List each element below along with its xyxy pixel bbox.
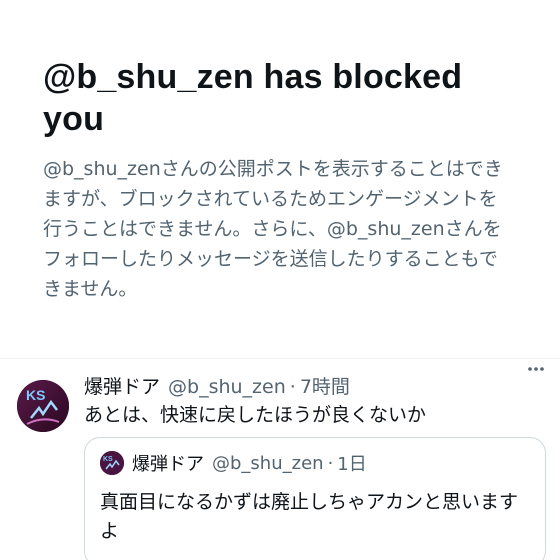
- blocked-description: @b_shu_zenさんの公開ポストを表示することはできますが、ブロックされてい…: [43, 158, 503, 300]
- svg-text:KS: KS: [26, 387, 45, 403]
- quote-separator-dot: ·: [327, 452, 334, 474]
- quote-avatar: KS: [100, 451, 124, 475]
- avatar[interactable]: KS: [17, 380, 69, 432]
- svg-text:KS: KS: [103, 456, 113, 463]
- display-name[interactable]: 爆弾ドア: [84, 373, 160, 401]
- quote-display-name: 爆弾ドア: [132, 454, 204, 475]
- quoted-tweet[interactable]: KS 爆弾ドア @b_shu_zen · 1日 真面目になるかずは廃止しちゃアカ…: [84, 437, 546, 560]
- quote-timestamp: 1日: [337, 454, 367, 475]
- avatar-image: KS: [17, 380, 69, 432]
- quote-header: KS 爆弾ドア @b_shu_zen · 1日: [100, 450, 367, 476]
- tweet-header: 爆弾ドア @b_shu_zen · 7時間: [84, 373, 544, 401]
- tweet-text: あとは、快速に戻したほうが良くないか: [84, 404, 427, 426]
- more-horizontal-icon[interactable]: [526, 359, 546, 384]
- quote-handle: @b_shu_zen: [212, 452, 324, 474]
- quote-text: 真面目になるかずは廃止しちゃアカンと思いますよ: [100, 491, 519, 542]
- tweet-body: 爆弾ドア @b_shu_zen · 7時間 あとは、快速に戻したほうが良くないか: [84, 373, 544, 429]
- handle[interactable]: @b_shu_zen: [168, 373, 286, 401]
- blocked-title: @b_shu_zen has blocked you: [43, 58, 463, 138]
- blocked-notice: @b_shu_zen has blocked you @b_shu_zenさんの…: [43, 56, 523, 304]
- timestamp[interactable]: 7時間: [300, 373, 350, 401]
- tweet[interactable]: KS 爆弾ドア @b_shu_zen · 7時間 あとは、快速に戻したほうが良く…: [0, 359, 560, 560]
- separator-dot: ·: [289, 376, 296, 398]
